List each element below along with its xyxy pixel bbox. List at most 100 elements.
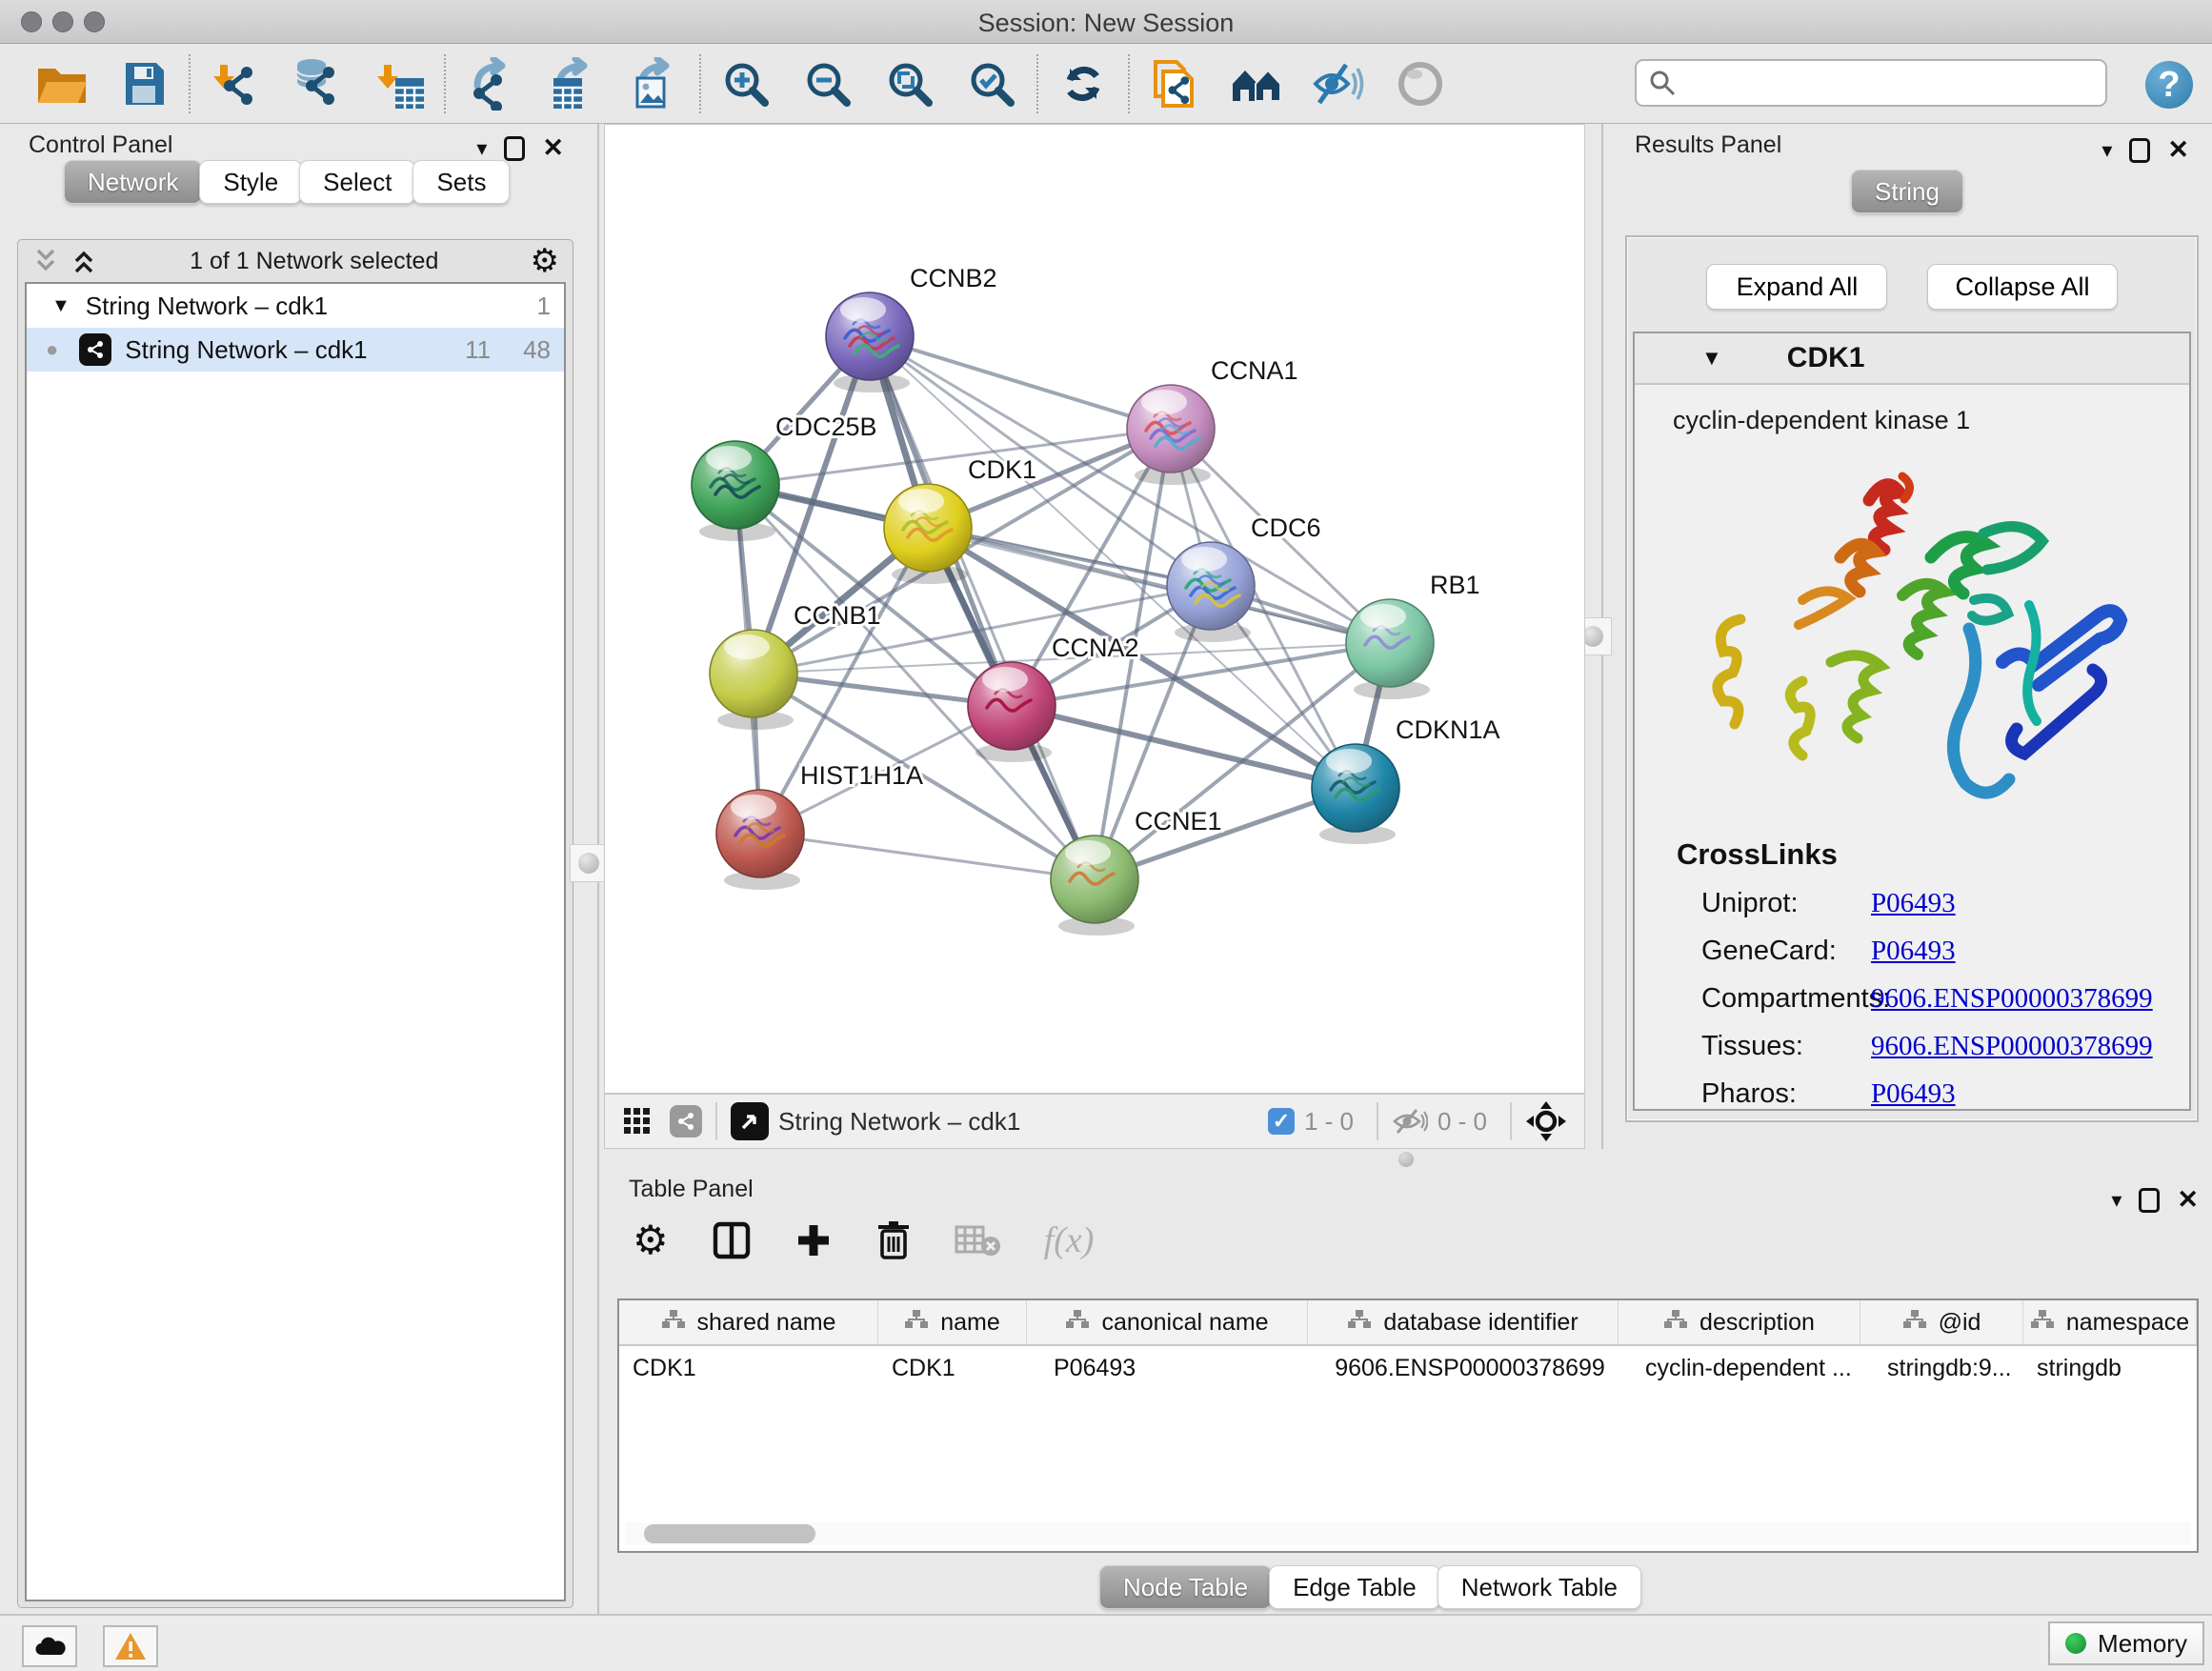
tab-style[interactable]: Style — [199, 160, 302, 204]
column-header-id[interactable]: @id — [1860, 1300, 2023, 1344]
open-session-button[interactable] — [21, 49, 103, 119]
tab-string[interactable]: String — [1851, 170, 1963, 213]
edge-CCNB2-CCNA1[interactable] — [870, 336, 1171, 429]
export-table-button[interactable] — [532, 49, 613, 119]
network-row[interactable]: ● String Network – cdk1 11 48 — [27, 328, 564, 372]
zoom-selected-button[interactable] — [951, 49, 1033, 119]
warnings-button[interactable] — [103, 1625, 158, 1667]
import-network-from-database-button[interactable] — [276, 49, 358, 119]
table-cell[interactable]: P06493 — [1027, 1346, 1308, 1390]
close-panel-icon[interactable]: ✕ — [2177, 1185, 2199, 1215]
node-CDKN1A[interactable] — [1312, 744, 1399, 844]
zoom-fit-button[interactable] — [869, 49, 951, 119]
column-header-canonical-name[interactable]: canonical name — [1027, 1300, 1308, 1344]
help-button[interactable]: ? — [2145, 61, 2193, 109]
tab-node-table[interactable]: Node Table — [1099, 1565, 1272, 1609]
float-panel-icon[interactable] — [2129, 138, 2150, 163]
table-cell[interactable]: 9606.ENSP00000378699 — [1308, 1346, 1619, 1390]
gene-section-header[interactable]: ▼ CDK1 — [1635, 333, 2189, 385]
tab-select[interactable]: Select — [299, 160, 415, 204]
column-header-shared-name[interactable]: shared name — [619, 1300, 878, 1344]
network-options-gear-icon[interactable]: ⚙ — [531, 242, 559, 280]
show-columns-icon[interactable] — [711, 1219, 753, 1261]
network-graph[interactable]: CCNB2CCNA1CDC25BCDK1CDC6RB1CCNB1CCNA2CDK… — [605, 125, 1584, 1093]
table-row[interactable]: CDK1CDK1P064939606.ENSP00000378699cyclin… — [619, 1346, 2197, 1390]
zoom-out-button[interactable] — [787, 49, 869, 119]
node-RB1[interactable] — [1346, 599, 1434, 699]
first-neighbors-button[interactable] — [1216, 49, 1297, 119]
selected-checkbox-icon[interactable]: ✓ — [1268, 1108, 1295, 1135]
table-cell[interactable]: CDK1 — [619, 1346, 878, 1390]
fit-crosshair-icon[interactable] — [1525, 1100, 1567, 1142]
tree-expand-icon[interactable]: ▼ — [51, 295, 70, 317]
show-all-button[interactable] — [1379, 49, 1461, 119]
tab-network[interactable]: Network — [64, 160, 202, 204]
table-cell[interactable]: stringdb — [2023, 1346, 2197, 1390]
network-share-icon[interactable] — [670, 1105, 702, 1137]
import-network-from-file-button[interactable] — [194, 49, 276, 119]
node-label-CCNA2: CCNA2 — [1052, 634, 1139, 662]
section-expand-icon[interactable]: ▼ — [1701, 346, 1722, 371]
crosslink-link[interactable]: 9606.ENSP00000378699 — [1871, 1031, 2153, 1062]
close-panel-icon[interactable]: ✕ — [2167, 135, 2189, 165]
float-panel-icon[interactable] — [2139, 1188, 2160, 1213]
table-hscrollbar[interactable] — [625, 1522, 2191, 1545]
export-image-button[interactable] — [613, 49, 695, 119]
column-header-namespace[interactable]: namespace — [2023, 1300, 2197, 1344]
tab-sets[interactable]: Sets — [412, 160, 510, 204]
node-CCNB1[interactable] — [710, 630, 797, 730]
panel-menu-icon[interactable]: ▾ — [476, 136, 487, 161]
table-cell[interactable]: cyclin-dependent ... — [1619, 1346, 1860, 1390]
bottom-splitter-handle[interactable] — [1398, 1152, 1414, 1167]
crosslink-label: GeneCard: — [1701, 936, 1871, 967]
tab-edge-table[interactable]: Edge Table — [1269, 1565, 1440, 1609]
collapse-all-icon[interactable] — [31, 247, 60, 275]
memory-button[interactable]: Memory — [2048, 1621, 2204, 1665]
add-column-icon[interactable] — [794, 1221, 833, 1259]
search-input[interactable] — [1686, 68, 2094, 99]
table-cell[interactable]: stringdb:9... — [1860, 1346, 2023, 1390]
close-panel-icon[interactable]: ✕ — [542, 133, 564, 163]
edge-CCNE1-HIST1H1A[interactable] — [760, 834, 1095, 879]
copy-network-button[interactable] — [1134, 49, 1216, 119]
crosslink-link[interactable]: P06493 — [1871, 888, 1956, 919]
network-canvas[interactable]: CCNB2CCNA1CDC25BCDK1CDC6RB1CCNB1CCNA2CDK… — [604, 124, 1585, 1094]
node-HIST1H1A[interactable] — [716, 790, 804, 890]
delete-column-icon[interactable] — [875, 1219, 913, 1261]
apply-layout-button[interactable] — [1042, 49, 1124, 119]
column-header-database-identifier[interactable]: database identifier — [1308, 1300, 1619, 1344]
table-options-gear-icon[interactable]: ⚙ — [633, 1220, 669, 1260]
node-CCNA1[interactable] — [1127, 385, 1215, 485]
network-collection-row[interactable]: ▼ String Network – cdk1 1 — [27, 284, 564, 328]
panel-menu-icon[interactable]: ▾ — [2111, 1188, 2122, 1213]
panel-menu-icon[interactable]: ▾ — [2101, 138, 2112, 163]
birds-eye-view-icon[interactable] — [731, 1102, 769, 1140]
node-CDK1[interactable] — [884, 484, 972, 584]
grid-view-icon[interactable] — [622, 1106, 653, 1137]
scroll-thumb[interactable] — [644, 1524, 815, 1543]
node-CDC6[interactable] — [1167, 542, 1255, 642]
crosslink-link[interactable]: 9606.ENSP00000378699 — [1871, 983, 2153, 1015]
table-cell[interactable]: CDK1 — [878, 1346, 1027, 1390]
left-splitter-handle[interactable] — [570, 844, 608, 882]
tab-network-table[interactable]: Network Table — [1438, 1565, 1641, 1609]
save-session-button[interactable] — [103, 49, 185, 119]
node-CCNB2[interactable] — [826, 292, 914, 393]
crosslink-link[interactable]: P06493 — [1871, 936, 1956, 967]
node-CCNE1[interactable] — [1051, 836, 1138, 936]
export-network-button[interactable] — [450, 49, 532, 119]
import-table-from-file-button[interactable] — [358, 49, 440, 119]
expand-all-icon[interactable] — [70, 247, 98, 275]
crosslink-link[interactable]: P06493 — [1871, 1078, 1956, 1110]
column-header-name[interactable]: name — [878, 1300, 1027, 1344]
column-header-description[interactable]: description — [1619, 1300, 1860, 1344]
cloud-status-button[interactable] — [22, 1625, 77, 1667]
expand-all-button[interactable]: Expand All — [1706, 264, 1887, 310]
node-CCNA2[interactable] — [968, 662, 1056, 762]
hide-selected-button[interactable] — [1297, 49, 1379, 119]
search-box[interactable] — [1635, 59, 2107, 107]
float-panel-icon[interactable] — [504, 136, 525, 161]
zoom-in-button[interactable] — [705, 49, 787, 119]
node-CDC25B[interactable] — [692, 441, 779, 541]
collapse-all-button[interactable]: Collapse All — [1927, 264, 2117, 310]
